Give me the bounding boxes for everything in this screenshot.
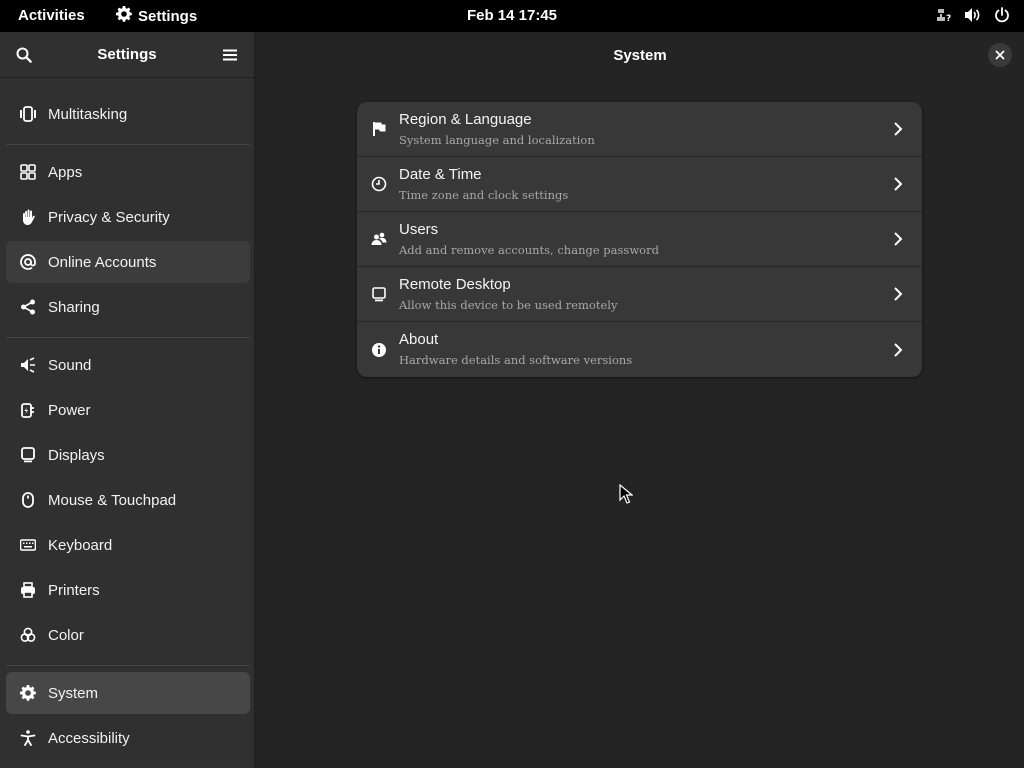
close-button[interactable]: [988, 43, 1012, 67]
main-menu-button[interactable]: [220, 45, 240, 65]
remote-desktop-icon: [371, 286, 387, 302]
network-icon: ?: [936, 7, 952, 23]
row-remote-desktop[interactable]: Remote Desktop Allow this device to be u…: [357, 267, 922, 322]
app-menu-label: Settings: [138, 7, 198, 25]
chevron-right-icon: [890, 342, 906, 358]
speaker-icon: [20, 357, 36, 373]
chevron-right-icon: [890, 231, 906, 247]
sidebar-item-system[interactable]: System: [6, 672, 250, 714]
app-menu[interactable]: Settings: [116, 6, 197, 26]
hand-icon: [20, 209, 36, 225]
divider: [6, 144, 250, 145]
sidebar-item-label: Multitasking: [48, 105, 128, 123]
sidebar-item-label: System: [48, 684, 99, 702]
system-tray[interactable]: ?: [936, 7, 1010, 23]
sidebar-item-label: Mouse & Touchpad: [48, 491, 177, 509]
sidebar: Settings Multitasking Apps Privacy & Sec…: [0, 32, 255, 768]
divider: [6, 665, 250, 666]
sidebar-item-label: Power: [48, 401, 91, 419]
multitasking-icon: [20, 106, 36, 122]
gear-icon: [116, 6, 132, 26]
clock-icon: [371, 176, 387, 192]
row-title: Users: [399, 220, 439, 238]
row-title: Region & Language: [399, 110, 532, 128]
printer-icon: [20, 582, 36, 598]
activities-button[interactable]: Activities: [18, 7, 85, 24]
sidebar-item-label: Printers: [48, 581, 100, 599]
accessibility-icon: [20, 730, 36, 746]
chevron-right-icon: [890, 286, 906, 302]
sidebar-item-online-accounts[interactable]: Online Accounts: [6, 241, 250, 283]
svg-text:?: ?: [946, 14, 951, 23]
power-plug-icon: [20, 402, 36, 418]
sidebar-item-color[interactable]: Color: [6, 614, 250, 656]
power-icon: [994, 7, 1010, 23]
info-icon: [371, 342, 387, 358]
sidebar-item-mouse-touchpad[interactable]: Mouse & Touchpad: [6, 479, 250, 521]
sidebar-item-label: Sound: [48, 356, 92, 374]
sidebar-title: Settings: [97, 46, 157, 63]
row-date-time[interactable]: Date & Time Time zone and clock settings: [357, 157, 922, 212]
share-icon: [20, 299, 36, 315]
sidebar-item-privacy-security[interactable]: Privacy & Security: [6, 196, 250, 238]
users-icon: [371, 231, 387, 247]
sidebar-item-power[interactable]: Power: [6, 389, 250, 431]
row-title: About: [399, 331, 439, 348]
apps-icon: [20, 164, 36, 180]
keyboard-icon: [20, 537, 36, 553]
sidebar-item-label: Displays: [48, 446, 105, 464]
sidebar-header: Settings: [0, 32, 254, 78]
row-title: Remote Desktop: [399, 275, 511, 293]
sidebar-item-accessibility[interactable]: Accessibility: [6, 717, 250, 759]
search-button[interactable]: [14, 45, 34, 65]
row-subtitle: System language and localization: [399, 132, 595, 147]
content-header: System: [256, 32, 1024, 78]
sidebar-item-displays[interactable]: Displays: [6, 434, 250, 476]
at-icon: [20, 254, 36, 270]
row-title: Date & Time: [399, 165, 482, 183]
sidebar-item-label: Keyboard: [48, 536, 113, 554]
top-bar: Activities Settings Feb 14 17:45 ?: [0, 0, 1024, 32]
row-subtitle: Allow this device to be used remotely: [399, 297, 618, 312]
sidebar-item-multitasking[interactable]: Multitasking: [6, 93, 250, 135]
row-subtitle: Hardware details and software versions: [399, 353, 633, 367]
hamburger-menu-icon: [223, 49, 237, 60]
row-subtitle: Time zone and clock settings: [399, 187, 569, 202]
row-subtitle: Add and remove accounts, change password: [399, 242, 659, 257]
flag-icon: [371, 121, 387, 137]
mouse-icon: [20, 492, 36, 508]
sidebar-item-label: Accessibility: [48, 729, 130, 747]
gear-icon: [20, 685, 36, 701]
sidebar-item-label: Privacy & Security: [48, 208, 170, 226]
sidebar-item-apps[interactable]: Apps: [6, 151, 250, 193]
sidebar-item-label: Apps: [48, 163, 83, 181]
sidebar-item-printers[interactable]: Printers: [6, 569, 250, 611]
row-region-language[interactable]: Region & Language System language and lo…: [357, 102, 922, 157]
sidebar-item-label: Online Accounts: [48, 253, 157, 271]
sidebar-item-label: Sharing: [48, 298, 100, 316]
sidebar-item-label: Color: [48, 626, 84, 644]
system-settings-list: Region & Language System language and lo…: [357, 102, 922, 377]
sidebar-item-keyboard[interactable]: Keyboard: [6, 524, 250, 566]
search-icon: [16, 47, 32, 63]
row-about[interactable]: About Hardware details and software vers…: [357, 322, 922, 377]
row-users[interactable]: Users Add and remove accounts, change pa…: [357, 212, 922, 267]
volume-icon: [964, 7, 982, 23]
color-icon: [20, 627, 36, 643]
close-icon: [995, 50, 1005, 60]
chevron-right-icon: [890, 121, 906, 137]
divider: [6, 337, 250, 338]
clock[interactable]: Feb 14 17:45: [467, 7, 557, 24]
chevron-right-icon: [890, 176, 906, 192]
sidebar-item-sharing[interactable]: Sharing: [6, 286, 250, 328]
mouse-cursor-icon: [619, 483, 634, 509]
sidebar-item-sound[interactable]: Sound: [6, 344, 250, 386]
display-icon: [20, 447, 36, 463]
page-title: System: [613, 46, 667, 64]
